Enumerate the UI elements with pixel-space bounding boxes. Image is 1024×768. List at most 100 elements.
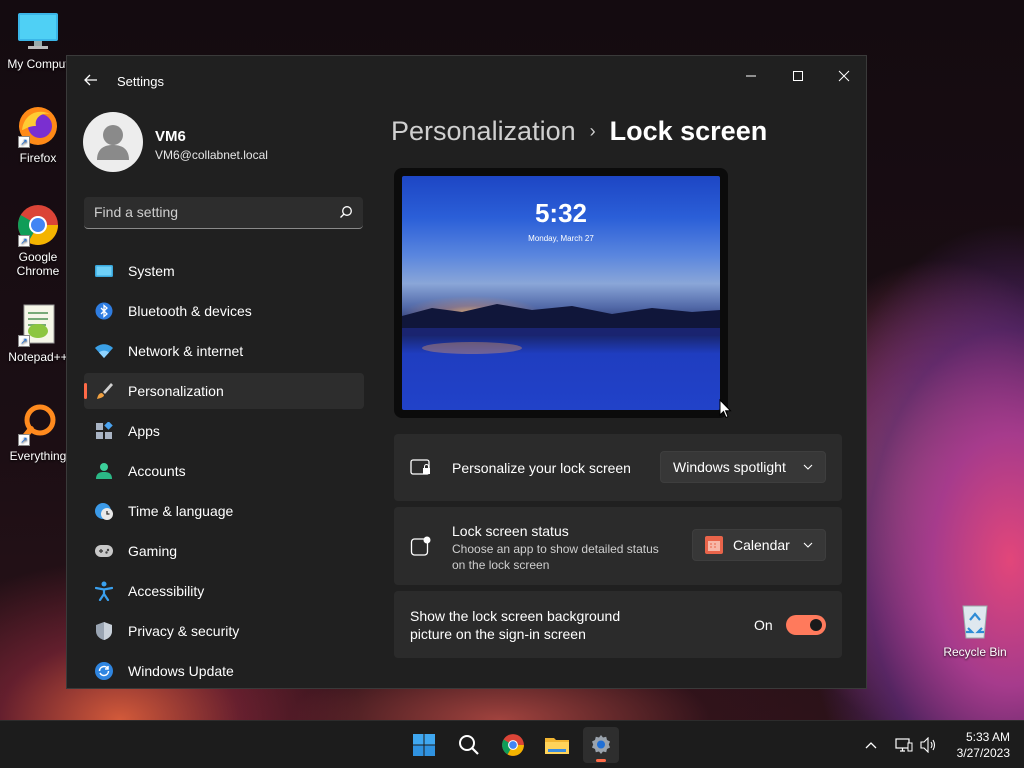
network-status-button[interactable] bbox=[890, 727, 918, 763]
close-icon bbox=[838, 70, 850, 82]
sidebar-nav: System Bluetooth & devices Network & int… bbox=[84, 253, 364, 688]
desktop-icon-everything[interactable]: ↗ Everything bbox=[0, 402, 76, 463]
speaker-icon bbox=[920, 737, 936, 753]
person-icon bbox=[94, 461, 114, 481]
bluetooth-icon bbox=[94, 301, 114, 321]
sidebar-item-label: Network & internet bbox=[128, 343, 244, 359]
maximize-icon bbox=[793, 71, 803, 81]
desktop-icon-my-computer[interactable]: My Comput bbox=[0, 10, 76, 71]
chrome-icon: ↗ bbox=[16, 203, 60, 247]
breadcrumb-parent[interactable]: Personalization bbox=[391, 116, 576, 146]
calendar-icon bbox=[705, 536, 723, 554]
start-button[interactable] bbox=[406, 727, 442, 763]
sidebar-item-gaming[interactable]: Gaming bbox=[84, 533, 364, 569]
sidebar-item-label: Accounts bbox=[128, 463, 186, 479]
shield-icon bbox=[94, 621, 114, 641]
personalize-lock-screen-card: Personalize your lock screen Windows spo… bbox=[394, 434, 842, 501]
window-title: Settings bbox=[117, 74, 164, 89]
page-title: Lock screen bbox=[609, 116, 768, 146]
status-icon bbox=[410, 536, 432, 563]
system-icon bbox=[94, 261, 114, 281]
personalize-dropdown-value: Windows spotlight bbox=[673, 459, 786, 475]
sidebar-item-apps[interactable]: Apps bbox=[84, 413, 364, 449]
sidebar-item-label: Gaming bbox=[128, 543, 178, 559]
apps-icon bbox=[94, 421, 114, 441]
preview-clock: 5:32 bbox=[534, 198, 588, 228]
maximize-button[interactable] bbox=[775, 60, 821, 92]
back-arrow-icon bbox=[84, 74, 97, 86]
desktop-icon-chrome[interactable]: ↗ Google Chrome bbox=[0, 203, 76, 278]
recycle-bin-icon bbox=[953, 598, 997, 642]
signin-background-card: Show the lock screen background picture … bbox=[394, 591, 842, 658]
mouse-cursor-icon bbox=[719, 399, 732, 419]
clock-time: 5:33 AM bbox=[965, 730, 1010, 744]
user-name: VM6 bbox=[155, 128, 186, 145]
taskbar-settings-button[interactable] bbox=[583, 727, 619, 763]
sidebar-item-label: Windows Update bbox=[128, 663, 234, 679]
sidebar-item-privacy[interactable]: Privacy & security bbox=[84, 613, 364, 649]
desktop-icon-recycle-bin[interactable]: Recycle Bin bbox=[937, 598, 1013, 659]
user-email: VM6@collabnet.local bbox=[155, 148, 268, 162]
update-icon bbox=[94, 661, 114, 681]
wifi-icon bbox=[94, 341, 114, 361]
desktop-icon-label: Google Chrome bbox=[16, 250, 60, 278]
signin-background-toggle[interactable] bbox=[786, 615, 826, 635]
paintbrush-icon bbox=[94, 381, 114, 401]
sidebar-item-network[interactable]: Network & internet bbox=[84, 333, 364, 369]
minimize-button[interactable] bbox=[728, 60, 774, 92]
desktop-icon-notepadpp[interactable]: ↗ Notepad++ bbox=[0, 303, 76, 364]
status-dropdown[interactable]: Calendar bbox=[692, 529, 826, 561]
sidebar-item-label: System bbox=[128, 263, 175, 279]
start-icon bbox=[413, 734, 435, 756]
sidebar-item-system[interactable]: System bbox=[84, 253, 364, 289]
desktop-icon-firefox[interactable]: ↗ Firefox bbox=[0, 104, 76, 165]
title-bar[interactable]: Settings bbox=[67, 56, 866, 104]
close-button[interactable] bbox=[821, 60, 866, 92]
chevron-up-icon bbox=[865, 742, 877, 749]
search-box[interactable] bbox=[84, 197, 363, 229]
settings-window: Settings VM6 VM6@collabnet.local System bbox=[66, 55, 867, 689]
chevron-right-icon: › bbox=[589, 121, 596, 141]
toggle-state-label: On bbox=[754, 617, 773, 633]
chevron-down-icon bbox=[803, 460, 813, 476]
clock-date: 3/27/2023 bbox=[956, 746, 1010, 760]
desktop-icon-label: My Comput bbox=[7, 57, 69, 71]
sidebar-item-windows-update[interactable]: Windows Update bbox=[84, 653, 364, 688]
breadcrumb: Personalization › Lock screen bbox=[391, 116, 767, 147]
sidebar-item-accounts[interactable]: Accounts bbox=[84, 453, 364, 489]
sidebar-item-bluetooth[interactable]: Bluetooth & devices bbox=[84, 293, 364, 329]
sidebar-item-time-language[interactable]: Time & language bbox=[84, 493, 364, 529]
back-button[interactable] bbox=[77, 66, 105, 94]
desktop-icon-label: Recycle Bin bbox=[943, 645, 1007, 659]
user-profile[interactable]: VM6 VM6@collabnet.local bbox=[83, 112, 373, 174]
monitor-icon bbox=[16, 10, 60, 54]
status-dropdown-value: Calendar bbox=[733, 537, 790, 553]
network-icon bbox=[895, 738, 913, 752]
taskbar-search-button[interactable] bbox=[451, 727, 487, 763]
desktop-icon-label: Everything bbox=[9, 449, 67, 463]
taskbar: 5:33 AM 3/27/2023 bbox=[0, 720, 1024, 768]
sidebar-item-accessibility[interactable]: Accessibility bbox=[84, 573, 364, 609]
lock-screen-preview: 5:32 Monday, March 27 bbox=[394, 168, 728, 418]
everything-icon: ↗ bbox=[16, 402, 60, 446]
sidebar-item-label: Time & language bbox=[128, 503, 234, 519]
clock[interactable]: 5:33 AM 3/27/2023 bbox=[957, 729, 1010, 761]
personalize-dropdown[interactable]: Windows spotlight bbox=[660, 451, 826, 483]
show-hidden-icons-button[interactable] bbox=[856, 727, 886, 763]
taskbar-chrome-button[interactable] bbox=[495, 727, 531, 763]
file-explorer-icon bbox=[545, 738, 569, 754]
volume-button[interactable] bbox=[916, 727, 942, 763]
taskbar-file-explorer-button[interactable] bbox=[539, 727, 575, 763]
signin-background-label: Show the lock screen background picture … bbox=[410, 608, 621, 642]
sidebar-item-label: Personalization bbox=[128, 383, 224, 399]
chrome-icon bbox=[502, 734, 524, 756]
search-input[interactable] bbox=[84, 197, 324, 227]
avatar bbox=[83, 112, 143, 172]
accessibility-icon bbox=[94, 581, 114, 601]
lock-screen-image-icon bbox=[410, 458, 432, 483]
toggle-knob bbox=[810, 619, 822, 631]
search-icon[interactable] bbox=[339, 205, 353, 224]
desktop-icon-label: Notepad++ bbox=[8, 350, 68, 364]
sidebar-item-label: Accessibility bbox=[128, 583, 205, 599]
sidebar-item-personalization[interactable]: Personalization bbox=[84, 373, 364, 409]
